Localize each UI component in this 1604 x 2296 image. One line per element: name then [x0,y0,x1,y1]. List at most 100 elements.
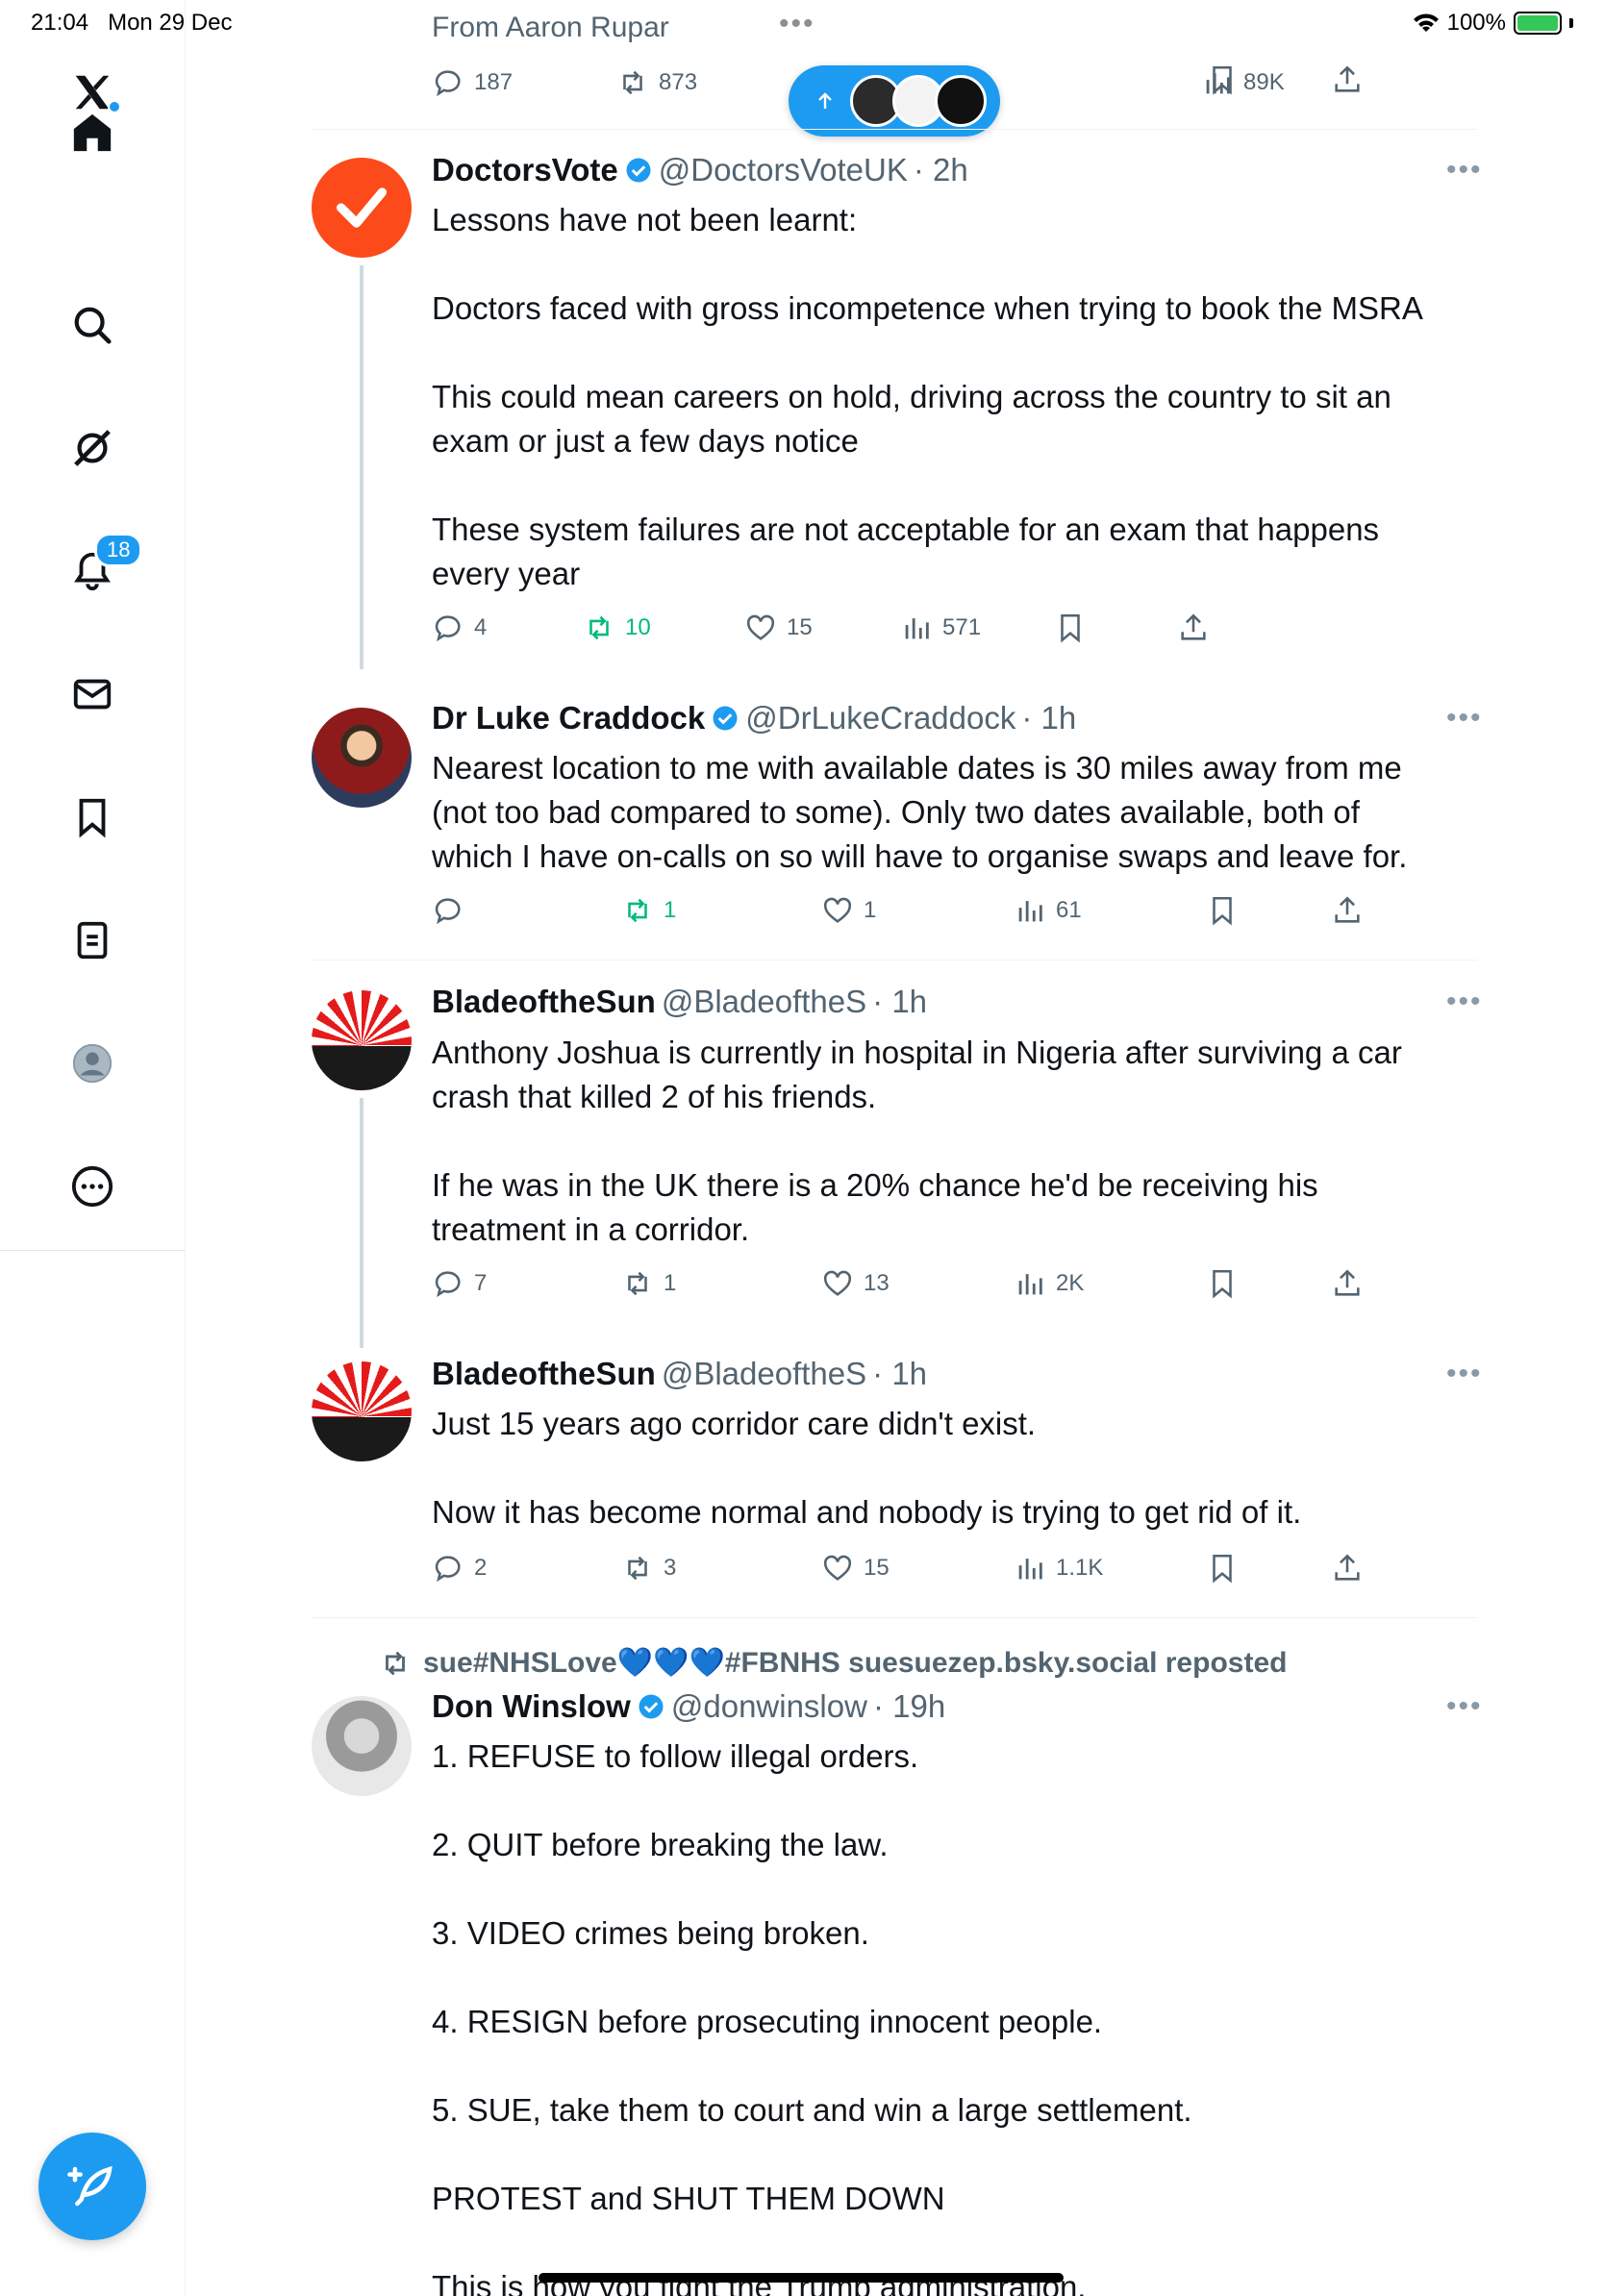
like-button[interactable]: 15 [821,1552,890,1585]
handle[interactable]: @donwinslow [671,1688,867,1725]
repost-button[interactable]: 3 [621,1552,676,1585]
views-button[interactable]: 571 [900,611,981,644]
sidebar-item-notifications[interactable]: 18 [54,533,143,610]
timestamp[interactable]: · 2h [914,152,968,188]
repost-button[interactable]: 873 [616,66,697,99]
repost-icon [589,615,609,640]
repost-button[interactable]: 10 [583,611,651,644]
display-name[interactable]: Don Winslow [432,1688,631,1725]
text-line: Nearest location to me with available da… [432,750,1402,786]
text-line: Just 15 years ago corridor care didn't e… [432,1406,1037,1441]
share-button[interactable] [1177,611,1210,644]
tweet-header: Don Winslow @donwinslow · 19h [432,1688,945,1725]
repost-button[interactable]: 1 [621,894,676,927]
reply-button[interactable]: 187 [432,66,513,99]
grok-icon [74,430,111,466]
more-options-icon[interactable]: ••• [1446,986,1483,1018]
share-button[interactable] [1331,63,1364,96]
text-line: 5. SUE, take them to court and win a lar… [432,2092,1192,2128]
reply-icon [435,1271,461,1298]
like-button[interactable]: 1 [821,894,876,927]
sidebar-item-more[interactable] [54,1148,131,1225]
bookmark-icon [79,798,106,838]
display-name[interactable]: BladeoftheSun [432,984,656,1020]
repost-button[interactable]: 1 [621,1267,676,1300]
display-name[interactable]: BladeoftheSun [432,1356,656,1392]
text-line [432,2133,1470,2177]
heart-icon [823,1555,852,1581]
text-line: which I have on-calls on so will have to… [432,838,1408,874]
tweet-text: 1. REFUSE to follow illegal orders. 2. Q… [432,1734,1470,2296]
repost-icon [623,70,642,95]
sidebar-item-explore[interactable] [54,287,131,363]
reply-icon [435,1556,461,1583]
reply-count: 7 [474,1270,488,1296]
avatar[interactable] [312,1696,412,1796]
reply-count: 187 [474,69,514,95]
avatar[interactable] [312,708,412,808]
views-icon [1018,1559,1042,1580]
timestamp[interactable]: · 1h [1021,700,1076,736]
share-button[interactable] [1331,1552,1364,1585]
bookmark-button[interactable] [1206,1267,1239,1300]
more-options-icon[interactable]: ••• [1446,702,1483,735]
verified-badge-icon [626,158,651,183]
sidebar-item-lists[interactable] [54,902,131,979]
avatar[interactable] [312,158,412,258]
sidebar-item-bookmarks[interactable] [54,779,131,856]
handle[interactable]: @DrLukeCraddock [745,700,1015,736]
timestamp[interactable]: · 1h [872,1356,927,1392]
like-button[interactable]: 13 [821,1267,890,1300]
tweet-header: Dr Luke Craddock @DrLukeCraddock · 1h [432,700,1076,736]
like-button[interactable]: 15 [744,611,813,644]
text-line: crash that killed 2 of his friends. [432,1079,877,1114]
sidebar-item-grok[interactable] [54,410,131,487]
bookmark-button[interactable] [1054,611,1087,644]
handle[interactable]: @DoctorsVoteUK [659,152,908,188]
repost-by-label: sue#NHSLove💙💙💙#FBNHS suesuezep.bsky.soci… [423,1647,1288,1679]
timestamp[interactable]: · 19h [873,1688,945,1725]
bookmark-button[interactable] [1206,63,1239,96]
tweet-header: BladeoftheSun @BladeoftheS · 1h [432,1356,927,1392]
views-button[interactable]: 61 [1014,894,1082,927]
compose-post-button[interactable] [38,2133,146,2240]
views-button[interactable]: 1.1K [1014,1552,1103,1585]
new-posts-pill[interactable] [789,65,1000,137]
text-line: 4. RESIGN before prosecuting innocent pe… [432,2004,1103,2039]
text-line: 2. QUIT before breaking the law. [432,1827,889,1862]
bookmark-icon [1213,1269,1232,1299]
text-line: PROTEST and SHUT THEM DOWN [432,2181,945,2216]
views-button[interactable]: 2K [1014,1267,1084,1300]
more-options-icon[interactable]: ••• [1446,154,1483,187]
handle[interactable]: @BladeoftheS [662,1356,866,1392]
sidebar: 18 [0,0,186,2296]
divider [312,960,1477,961]
display-name[interactable]: DoctorsVote [432,152,618,188]
share-icon [1335,65,1360,92]
avatar[interactable] [312,1361,412,1461]
display-name[interactable]: Dr Luke Craddock [432,700,705,736]
reply-button[interactable]: 2 [432,1552,487,1585]
tweet-header: BladeoftheSun @BladeoftheS · 1h [432,984,927,1020]
sidebar-item-profile[interactable] [54,1025,131,1102]
home-indicator[interactable] [539,2273,1064,2283]
reply-button[interactable]: 4 [432,611,487,644]
handle[interactable]: @BladeoftheS [662,984,866,1020]
more-options-icon[interactable]: ••• [1446,1358,1483,1390]
reply-button[interactable] [432,894,464,927]
sidebar-item-messages[interactable] [54,656,131,733]
share-icon [1335,1554,1360,1581]
share-button[interactable] [1331,894,1364,927]
repost-attribution[interactable]: sue#NHSLove💙💙💙#FBNHS suesuezep.bsky.soci… [379,1646,1287,1680]
timestamp[interactable]: · 1h [872,984,927,1020]
reply-button[interactable]: 7 [432,1267,487,1300]
share-button[interactable] [1331,1267,1364,1300]
text-line [432,1119,1470,1163]
avatar[interactable] [312,990,412,1090]
bookmark-button[interactable] [1206,1552,1239,1585]
more-options-icon[interactable]: ••• [1446,1690,1483,1723]
sidebar-item-home[interactable] [54,94,131,171]
bookmark-button[interactable] [1206,894,1239,927]
reply-count: 4 [474,614,488,640]
divider [312,1617,1477,1618]
